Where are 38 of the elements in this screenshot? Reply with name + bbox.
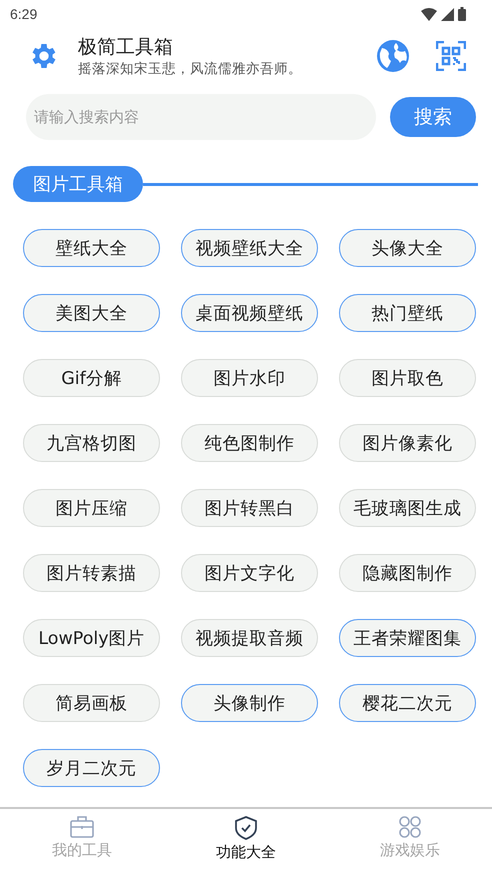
grid-icon (398, 815, 422, 839)
app-subtitle: 摇落深知宋玉悲，风流儒雅亦吾师。 (78, 60, 303, 78)
tool-button[interactable]: 图片转素描 (23, 554, 160, 592)
tool-button[interactable]: 岁月二次元 (23, 749, 160, 787)
tool-button[interactable]: 壁纸大全 (23, 229, 160, 267)
app-title: 极简工具箱 (78, 35, 174, 60)
tool-button[interactable]: LowPoly图片 (23, 619, 160, 657)
signal-icon (441, 8, 454, 20)
status-time: 6:29 (10, 6, 38, 22)
nav-tab[interactable]: 功能大全 (164, 809, 328, 875)
tool-button[interactable]: 王者荣耀图集 (339, 619, 476, 657)
tool-button[interactable]: 美图大全 (23, 294, 160, 332)
tool-button[interactable]: 图片像素化 (339, 424, 476, 462)
tool-button[interactable]: 图片压缩 (23, 489, 160, 527)
tool-button[interactable]: 图片取色 (339, 359, 476, 397)
search-field[interactable]: 请输入搜索内容 (26, 94, 376, 140)
tool-button[interactable]: 热门壁纸 (339, 294, 476, 332)
tool-button[interactable]: 头像大全 (339, 229, 476, 267)
tool-button[interactable]: Gif分解 (23, 359, 160, 397)
tool-button[interactable]: 视频壁纸大全 (181, 229, 318, 267)
tool-button[interactable]: 图片转黑白 (181, 489, 318, 527)
battery-icon (458, 7, 466, 21)
tool-button[interactable]: 图片文字化 (181, 554, 318, 592)
toolbox-icon (69, 815, 95, 839)
tool-button[interactable]: 简易画板 (23, 684, 160, 722)
tool-button[interactable]: 图片水印 (181, 359, 318, 397)
wifi-icon (421, 8, 437, 20)
globe-icon[interactable] (376, 39, 410, 73)
tool-button[interactable]: 视频提取音频 (181, 619, 318, 657)
qr-scan-icon[interactable] (436, 41, 466, 71)
tool-button[interactable]: 隐藏图制作 (339, 554, 476, 592)
tool-button[interactable]: 九宫格切图 (23, 424, 160, 462)
tool-button[interactable]: 纯色图制作 (181, 424, 318, 462)
tool-button[interactable]: 毛玻璃图生成 (339, 489, 476, 527)
tool-button[interactable]: 头像制作 (181, 684, 318, 722)
tool-button[interactable]: 桌面视频壁纸 (181, 294, 318, 332)
shield-check-icon (233, 815, 259, 841)
tool-button[interactable]: 樱花二次元 (339, 684, 476, 722)
